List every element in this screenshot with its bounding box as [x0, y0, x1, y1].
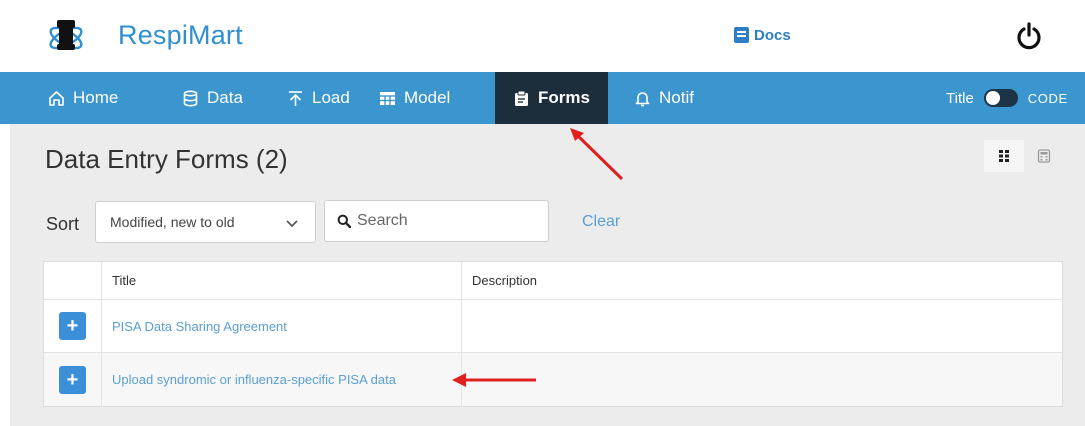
docs-link[interactable]: Docs — [733, 24, 791, 46]
title-code-toggle[interactable]: Title CODE — [946, 72, 1068, 124]
column-header-title[interactable]: Title — [102, 262, 462, 299]
form-title-link[interactable]: PISA Data Sharing Agreement — [112, 319, 287, 334]
nav-item-home[interactable]: Home — [48, 72, 118, 124]
nav-item-data[interactable]: Data — [182, 72, 243, 124]
toggle-switch[interactable] — [983, 89, 1018, 107]
respimart-logo-icon[interactable] — [46, 14, 86, 58]
table-header-row: Title Description — [44, 262, 1062, 300]
table-view-button[interactable] — [1024, 140, 1064, 172]
forms-table: Title Description + PISA Data Sharing Ag… — [43, 261, 1063, 407]
add-entry-button[interactable]: + — [59, 365, 86, 394]
view-toggle — [984, 140, 1064, 172]
search-input[interactable] — [357, 212, 537, 230]
main-content: Data Entry Forms (2) Sort Modified, new … — [10, 124, 1085, 426]
calculator-icon — [1037, 149, 1051, 163]
table-cell-actions: + — [44, 300, 102, 352]
table-row: + Upload syndromic or influenza-specific… — [44, 353, 1062, 406]
table-cell-title: PISA Data Sharing Agreement — [102, 300, 462, 352]
table-icon — [380, 91, 395, 105]
nav-item-label: Home — [73, 88, 119, 107]
table-cell-title: Upload syndromic or influenza-specific P… — [102, 353, 462, 406]
grid-icon — [999, 150, 1009, 162]
top-header: RespiMart Docs — [0, 0, 1085, 72]
power-icon[interactable] — [1016, 22, 1042, 50]
book-icon — [734, 27, 749, 43]
table-header-actions — [44, 262, 102, 299]
nav-item-label: Load — [312, 88, 350, 107]
search-icon — [337, 214, 351, 228]
database-icon — [183, 89, 198, 106]
clear-link[interactable]: Clear — [582, 213, 620, 231]
toggle-right-label: CODE — [1027, 90, 1068, 106]
bell-icon — [635, 91, 650, 106]
sort-select[interactable]: Modified, new to old — [95, 201, 316, 243]
table-cell-description — [462, 300, 1062, 352]
search-box[interactable] — [324, 200, 549, 242]
upload-icon — [289, 90, 302, 106]
sort-label: Sort — [46, 214, 80, 234]
nav-item-notif[interactable]: Notif — [634, 72, 694, 124]
table-row: + PISA Data Sharing Agreement — [44, 300, 1062, 353]
clipboard-icon — [515, 90, 528, 106]
table-cell-description — [462, 353, 1062, 406]
home-icon — [49, 90, 64, 106]
form-title-link[interactable]: Upload syndromic or influenza-specific P… — [112, 372, 396, 387]
add-entry-button[interactable]: + — [59, 312, 86, 340]
table-cell-actions: + — [44, 353, 102, 406]
grid-view-button[interactable] — [984, 140, 1024, 172]
toggle-left-label: Title — [946, 89, 974, 107]
page-title: Data Entry Forms (2) — [45, 144, 288, 174]
nav-item-label: Data — [207, 88, 243, 107]
nav-item-label: Model — [404, 88, 451, 107]
sort-select-value: Modified, new to old — [110, 214, 235, 230]
main-navbar: Home Data Load Model Forms Notif Title C… — [0, 72, 1085, 124]
docs-label: Docs — [754, 26, 791, 44]
nav-item-forms[interactable]: Forms — [495, 72, 608, 124]
nav-item-label: Notif — [659, 88, 694, 107]
nav-item-label: Forms — [538, 88, 590, 107]
brand-name[interactable]: RespiMart — [118, 20, 243, 51]
nav-item-load[interactable]: Load — [287, 72, 350, 124]
chevron-down-icon — [286, 220, 298, 228]
nav-item-model[interactable]: Model — [379, 72, 450, 124]
column-header-description[interactable]: Description — [462, 262, 1062, 299]
